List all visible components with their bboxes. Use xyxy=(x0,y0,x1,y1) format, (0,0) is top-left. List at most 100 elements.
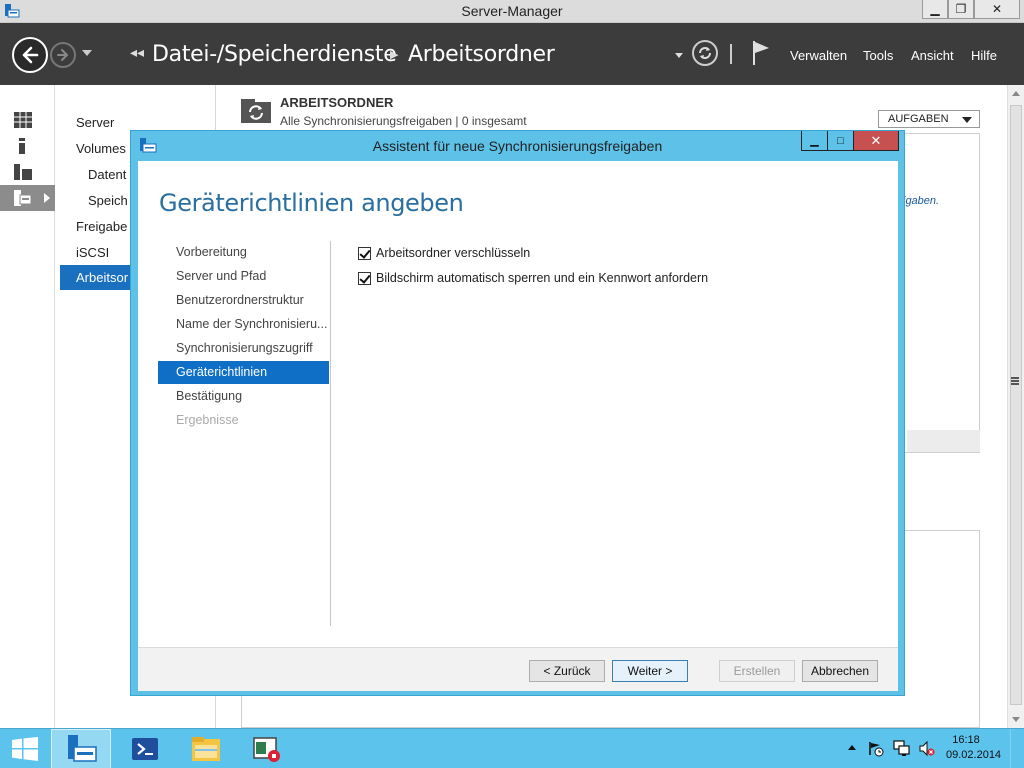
work-folders-icon xyxy=(241,99,271,123)
taskbar-clock[interactable]: 16:18 09.02.2014 xyxy=(946,733,1002,763)
page-title: Geräterichtlinien angeben xyxy=(159,189,464,217)
refresh-icon xyxy=(699,47,711,59)
breadcrumb-item[interactable]: Arbeitsordner xyxy=(408,42,555,67)
taskbar-file-explorer[interactable] xyxy=(176,729,236,768)
expand-arrow-icon xyxy=(44,193,50,203)
panel-footer xyxy=(907,430,980,452)
back-button[interactable] xyxy=(12,37,48,73)
step-label: Geräterichtlinien xyxy=(176,365,268,379)
header-divider xyxy=(730,44,732,64)
checkbox[interactable] xyxy=(358,246,371,260)
dialog-body: Geräterichtlinien angeben Vorbereitung S… xyxy=(138,161,898,691)
speaker-muted-icon[interactable] xyxy=(918,740,935,757)
step-preparation[interactable]: Vorbereitung xyxy=(176,245,247,259)
menu-view[interactable]: Ansicht xyxy=(911,48,954,63)
step-user-folder-structure[interactable]: Benutzerordnerstruktur xyxy=(176,293,304,307)
dialog-minimize-button[interactable]: ▁ xyxy=(801,131,827,151)
file-explorer-icon xyxy=(192,737,220,761)
nav-item-label: Arbeitsor xyxy=(76,270,129,285)
arrow-right-icon xyxy=(57,49,68,61)
scroll-thumb[interactable] xyxy=(1010,105,1022,705)
menu-manage[interactable]: Verwalten xyxy=(790,48,847,63)
dashboard-icon xyxy=(14,112,32,128)
menu-tools[interactable]: Tools xyxy=(863,48,893,63)
close-button[interactable]: ✕ xyxy=(974,0,1020,19)
rail-file-storage[interactable] xyxy=(0,185,55,211)
taskbar-server-manager[interactable] xyxy=(51,729,111,768)
menu-help[interactable]: Hilfe xyxy=(971,48,997,63)
step-device-policies[interactable]: Geräterichtlinien xyxy=(158,361,329,384)
breadcrumb-overflow-icon[interactable]: ◂◂ xyxy=(130,44,144,61)
server-manager-icon xyxy=(68,735,97,762)
nav-item-iscsi[interactable]: iSCSI xyxy=(76,245,109,260)
local-server-icon xyxy=(19,138,25,154)
minimize-button[interactable]: ▁ xyxy=(922,0,948,19)
scroll-grip-icon xyxy=(1011,377,1019,385)
stop-app-icon xyxy=(253,737,280,762)
refresh-button[interactable] xyxy=(692,40,718,66)
back-button[interactable]: < Zurück xyxy=(529,660,605,682)
empty-state-link[interactable]: igaben. xyxy=(903,195,939,207)
dialog-footer: < Zurück Weiter > Erstellen Abbrechen xyxy=(138,647,898,691)
tray-overflow-icon[interactable] xyxy=(848,745,856,750)
maximize-button[interactable]: ❐ xyxy=(948,0,974,19)
step-results: Ergebnisse xyxy=(176,413,239,427)
window-title: Server-Manager xyxy=(461,3,563,19)
create-button: Erstellen xyxy=(719,660,795,682)
forward-button[interactable] xyxy=(50,42,76,68)
scroll-down-icon[interactable] xyxy=(1012,717,1020,722)
network-icon[interactable] xyxy=(893,740,910,757)
action-center-icon[interactable] xyxy=(868,740,885,757)
clock-time: 16:18 xyxy=(952,734,980,746)
option-label: Arbeitsordner verschlüsseln xyxy=(376,246,531,260)
window-controls: ▁ ❐ ✕ xyxy=(922,0,1020,21)
dialog-window-controls: ▁ □ ✕ xyxy=(801,131,899,151)
breadcrumb-item[interactable]: Datei-/Speicherdienste xyxy=(152,42,397,67)
nav-item-shares[interactable]: Freigabe xyxy=(76,219,127,234)
cancel-button[interactable]: Abbrechen xyxy=(802,660,878,682)
section-subtitle: Alle Synchronisierungsfreigaben | 0 insg… xyxy=(280,114,527,128)
notifications-flag-icon[interactable] xyxy=(752,40,770,66)
arrow-left-icon xyxy=(22,46,39,64)
nav-item-server[interactable]: Server xyxy=(76,115,114,130)
dialog-maximize-button[interactable]: □ xyxy=(827,131,853,151)
step-confirmation[interactable]: Bestätigung xyxy=(176,389,242,403)
nav-item-volumes[interactable]: Volumes xyxy=(76,141,126,156)
option-encrypt-work-folders[interactable]: Arbeitsordner verschlüsseln xyxy=(358,246,530,260)
option-label: Bildschirm automatisch sperren und ein K… xyxy=(376,271,709,285)
wizard-dialog: Assistent für neue Synchronisierungsfrei… xyxy=(130,130,905,696)
checkbox[interactable] xyxy=(358,271,371,285)
scroll-up-icon[interactable] xyxy=(1012,91,1020,96)
vertical-scrollbar[interactable] xyxy=(1007,85,1024,728)
file-storage-icon xyxy=(14,190,32,206)
icon-rail xyxy=(0,85,55,728)
taskbar-app[interactable] xyxy=(237,729,297,768)
clock-date: 09.02.2014 xyxy=(946,749,1002,761)
option-auto-lock-screen[interactable]: Bildschirm automatisch sperren und ein K… xyxy=(358,271,708,285)
tasks-dropdown[interactable]: AUFGABEN xyxy=(878,110,980,128)
taskbar: 16:18 09.02.2014 xyxy=(0,728,1024,768)
dialog-close-button[interactable]: ✕ xyxy=(853,131,899,151)
section-title: ARBEITSORDNER xyxy=(280,95,394,110)
powershell-icon xyxy=(132,738,158,760)
taskbar-powershell[interactable] xyxy=(115,729,175,768)
nav-item-data-dedup[interactable]: Datent xyxy=(88,167,126,182)
breadcrumb-separator-icon: ▶ xyxy=(390,49,399,61)
rail-dashboard[interactable] xyxy=(0,107,55,133)
show-desktop-button[interactable] xyxy=(1010,729,1024,768)
step-sync-access[interactable]: Synchronisierungszugriff xyxy=(176,341,313,355)
windows-start-icon[interactable] xyxy=(12,737,38,761)
tasks-label: AUFGABEN xyxy=(888,113,949,125)
rail-local-server[interactable] xyxy=(0,133,55,159)
chevron-down-icon xyxy=(962,117,972,123)
next-button[interactable]: Weiter > xyxy=(612,660,688,682)
dialog-title: Assistent für neue Synchronisierungsfrei… xyxy=(372,138,663,154)
step-server-path[interactable]: Server und Pfad xyxy=(176,269,266,283)
all-servers-icon xyxy=(14,164,32,180)
breadcrumb-dropdown-icon[interactable] xyxy=(675,53,683,58)
rail-all-servers[interactable] xyxy=(0,159,55,185)
history-dropdown-icon[interactable] xyxy=(82,50,92,56)
steps-divider xyxy=(330,241,331,626)
step-sync-share-name[interactable]: Name der Synchronisieru... xyxy=(176,317,327,331)
nav-item-storage-pools[interactable]: Speich xyxy=(88,193,128,208)
